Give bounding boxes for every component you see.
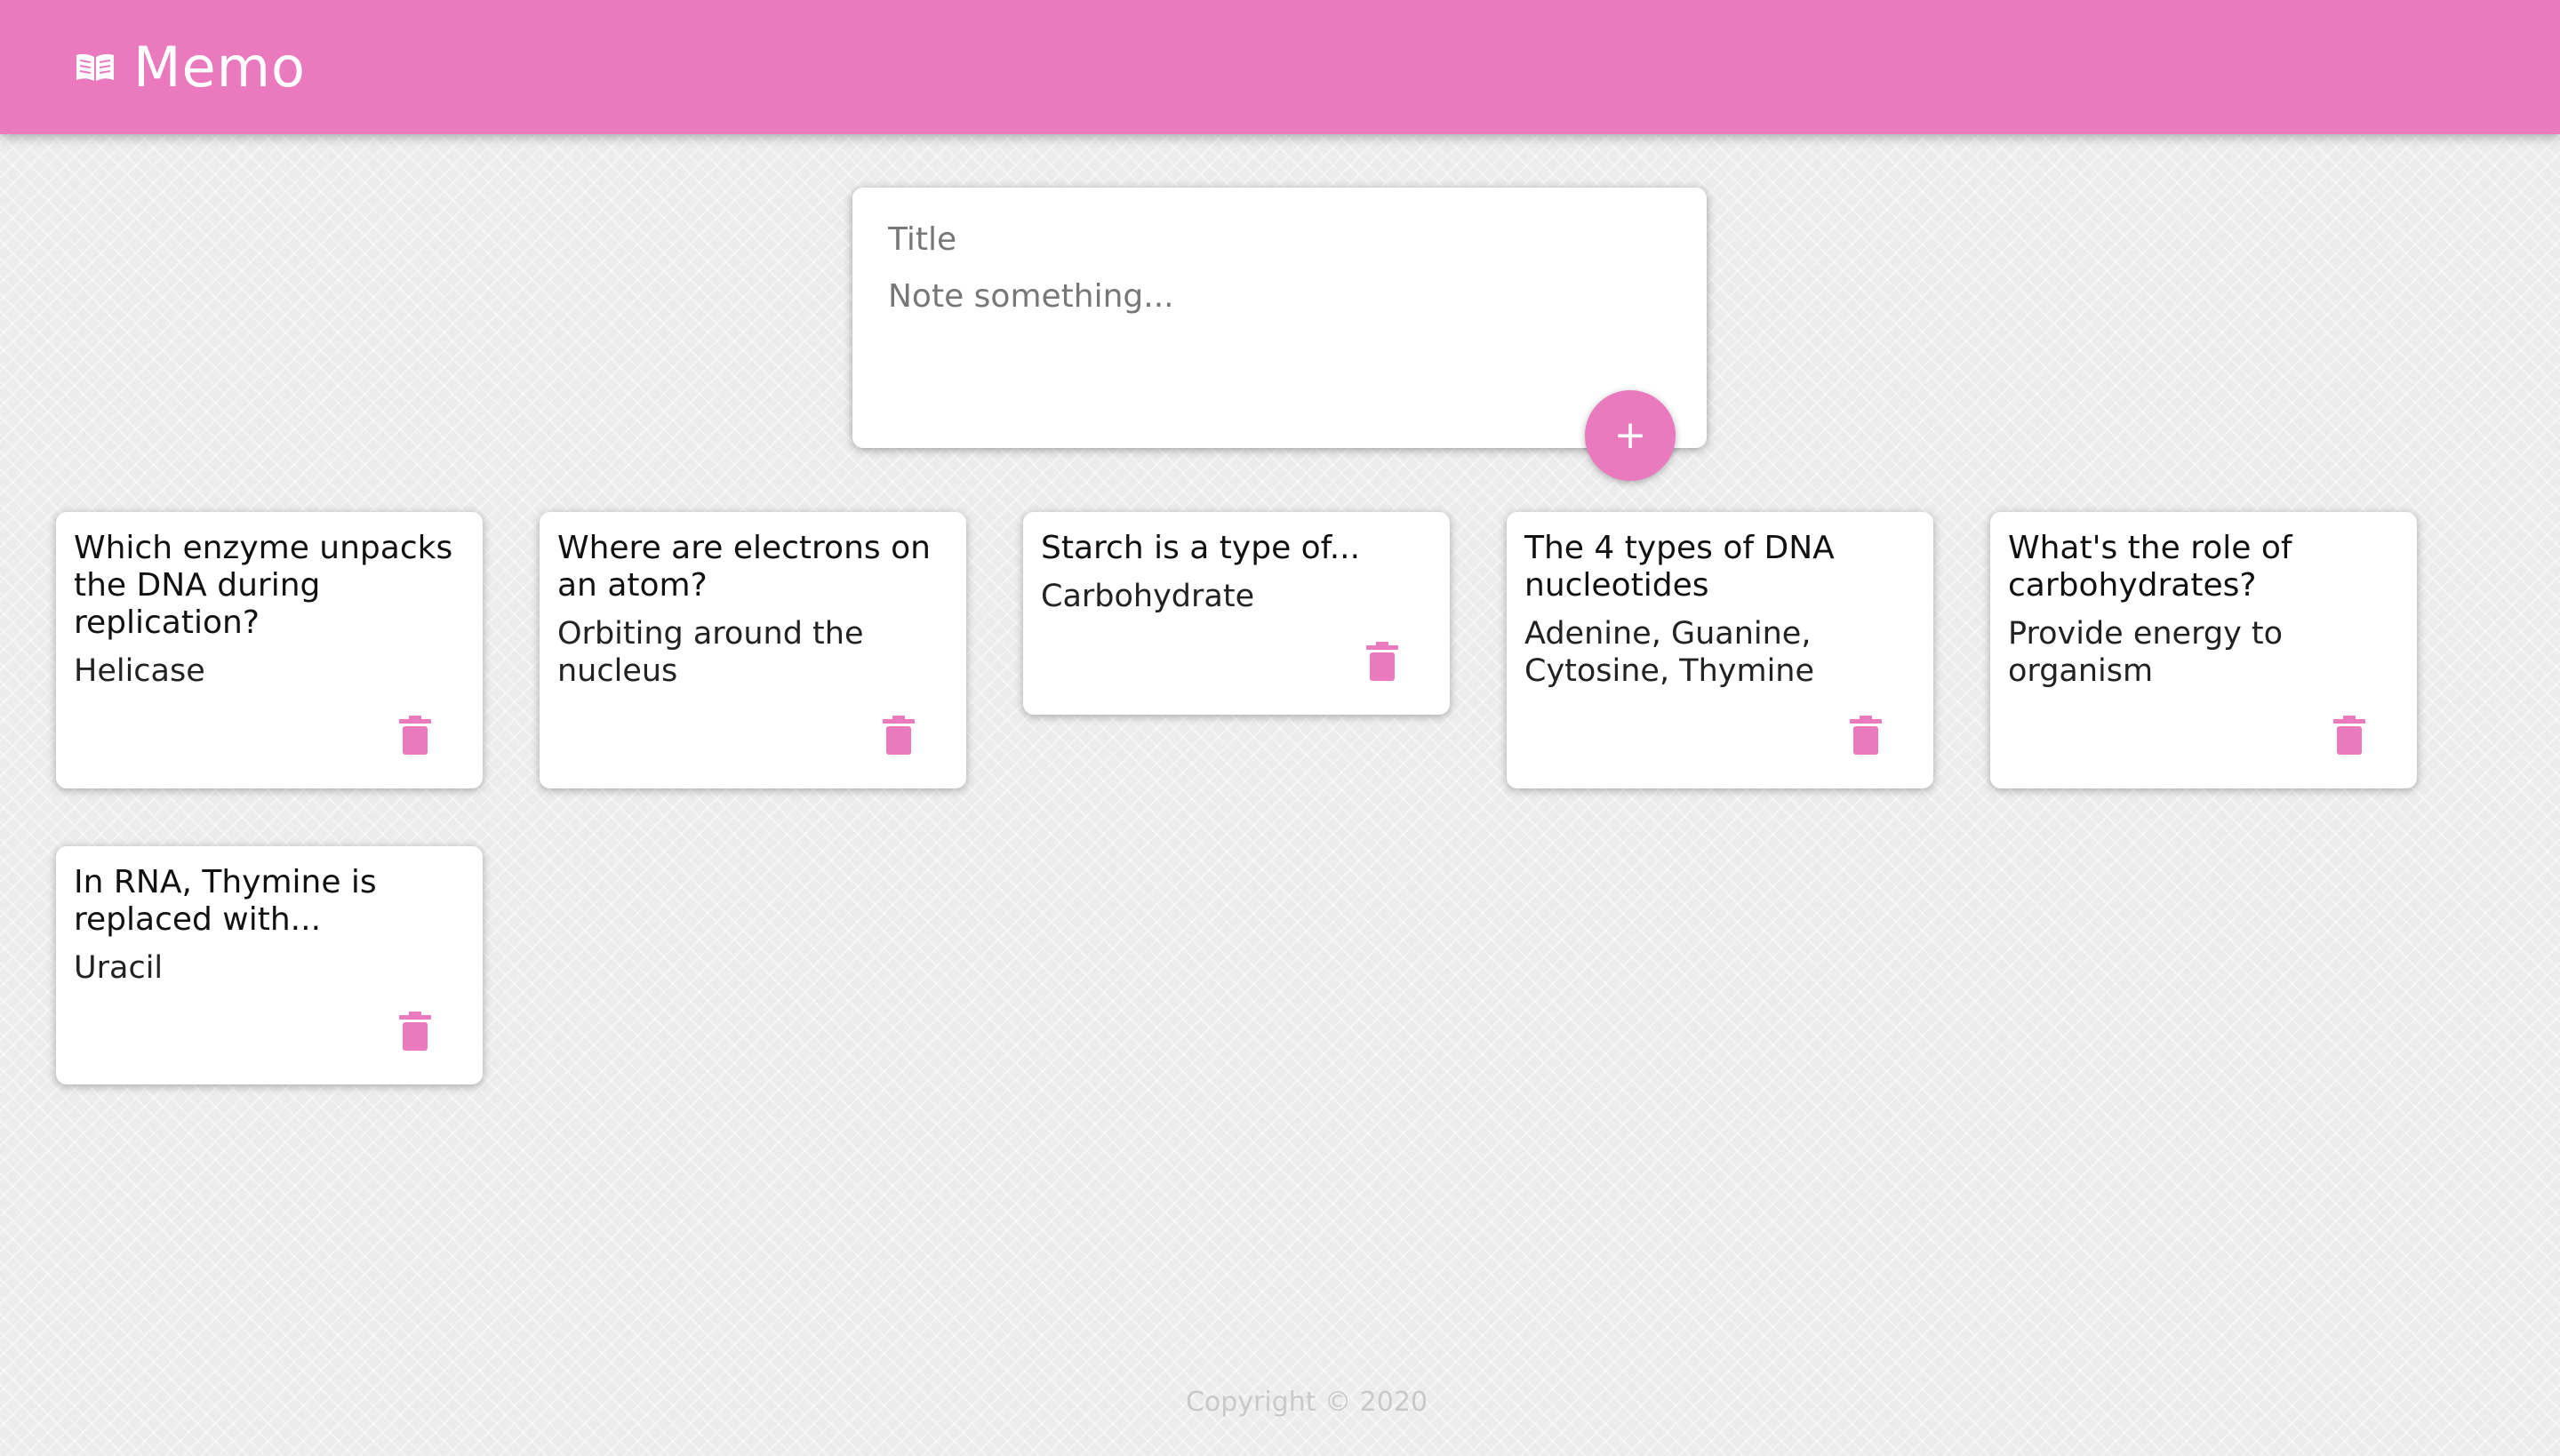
note-content-input[interactable] — [888, 278, 1671, 332]
delete-note-button[interactable] — [397, 1012, 433, 1051]
app-header: Memo — [0, 0, 2560, 134]
trash-icon — [399, 1012, 431, 1051]
delete-note-button[interactable] — [1364, 642, 1400, 681]
app-title: Memo — [133, 35, 306, 100]
note-card: Starch is a type of... Carbohydrate — [1023, 512, 1450, 715]
delete-note-button[interactable] — [881, 716, 916, 755]
note-content: Carbohydrate — [1041, 579, 1255, 614]
trash-icon — [2333, 716, 2365, 755]
book-open-icon — [75, 52, 116, 84]
note-card: Which enzyme unpacks the DNA during repl… — [56, 512, 483, 788]
note-title: The 4 types of DNA nucleotides — [1524, 530, 1835, 604]
note-title: In RNA, Thymine is replaced with... — [74, 864, 377, 938]
trash-icon — [1850, 716, 1882, 755]
trash-icon — [399, 716, 431, 755]
footer-copyright: Copyright © 2020 — [1185, 1387, 1428, 1418]
plus-icon: + — [1613, 412, 1647, 458]
note-title: Which enzyme unpacks the DNA during repl… — [74, 530, 453, 641]
note-content: Orbiting around the nucleus — [557, 616, 864, 689]
note-title-input[interactable] — [888, 220, 1671, 259]
delete-note-button[interactable] — [1848, 716, 1884, 755]
note-card: Where are electrons on an atom? Orbiting… — [540, 512, 966, 788]
note-composer — [852, 188, 1707, 448]
note-content: Uracil — [74, 950, 164, 986]
delete-note-button[interactable] — [397, 716, 433, 755]
delete-note-button[interactable] — [2332, 716, 2367, 755]
note-card: In RNA, Thymine is replaced with... Urac… — [56, 846, 483, 1084]
note-title: Where are electrons on an atom? — [557, 530, 931, 604]
note-card: What's the role of carbohydrates? Provid… — [1990, 512, 2417, 788]
note-card: The 4 types of DNA nucleotides Adenine, … — [1507, 512, 1933, 788]
note-content: Adenine, Guanine, Cytosine, Thymine — [1524, 616, 1815, 689]
trash-icon — [883, 716, 915, 755]
note-title: What's the role of carbohydrates? — [2008, 530, 2292, 604]
trash-icon — [1366, 642, 1398, 681]
note-content: Provide energy to organism — [2008, 616, 2284, 689]
add-note-button[interactable]: + — [1585, 390, 1676, 481]
note-title: Starch is a type of... — [1041, 530, 1361, 566]
note-content: Helicase — [74, 653, 205, 689]
